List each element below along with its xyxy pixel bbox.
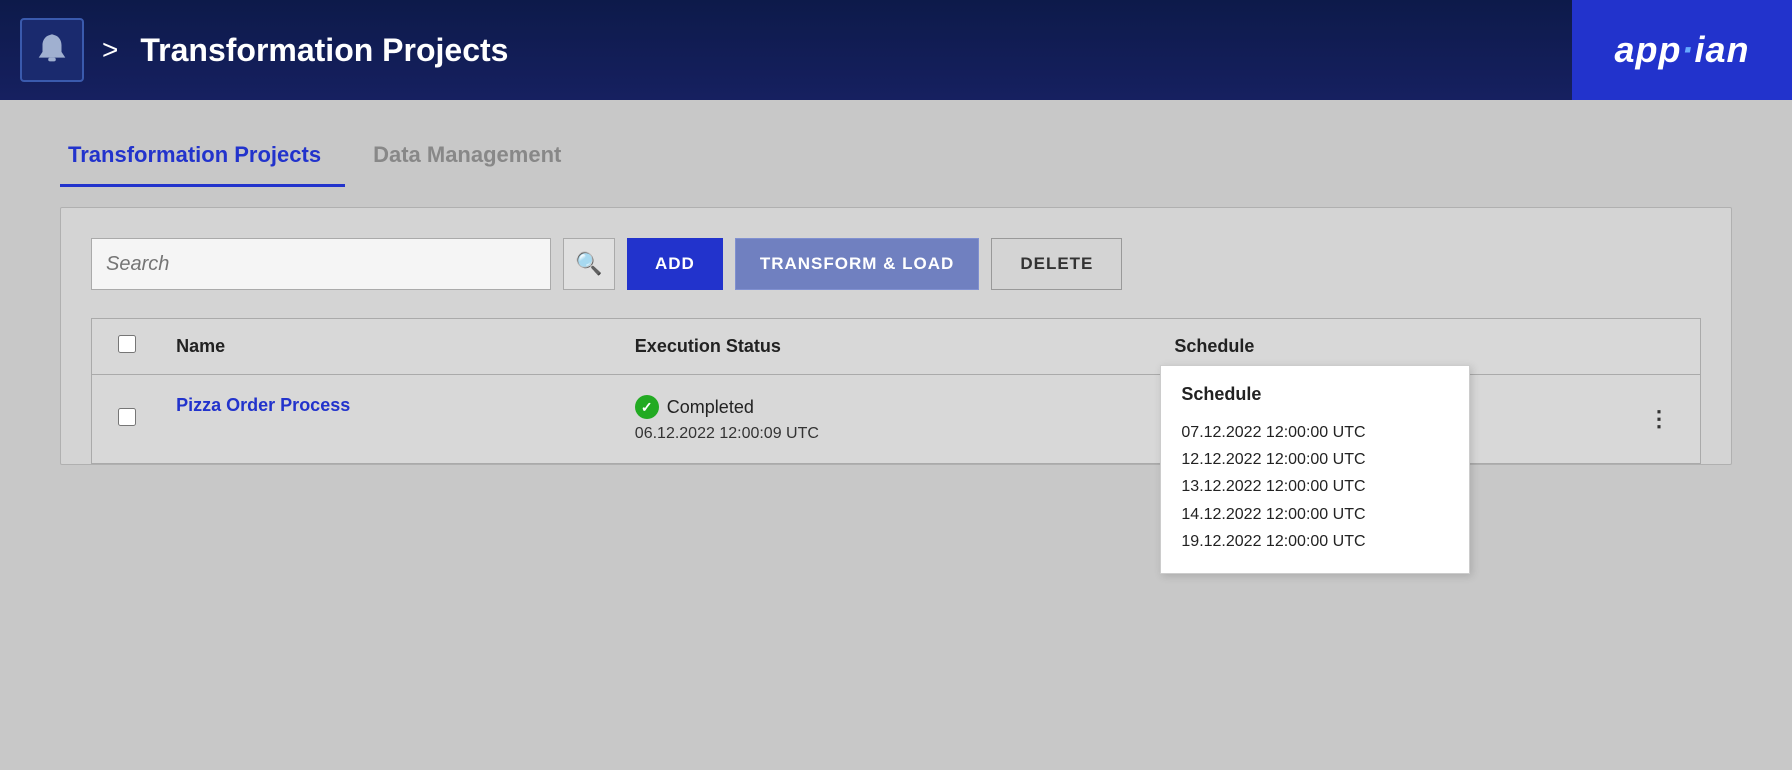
- nav-left: > Transformation Projects: [20, 18, 1647, 82]
- appian-logo: app·ian: [1614, 29, 1749, 71]
- schedule-popup: Schedule 07.12.2022 12:00:00 UTC 12.12.2…: [1160, 365, 1470, 574]
- schedule-item-3: 13.12.2022 12:00:00 UTC: [1181, 473, 1449, 500]
- search-button[interactable]: 🔍: [563, 238, 615, 290]
- col-header-actions: [1619, 319, 1700, 375]
- row-status-cell: Completed 06.12.2022 12:00:09 UTC: [621, 375, 1161, 464]
- delete-button[interactable]: DELETE: [991, 238, 1122, 290]
- row-actions-button[interactable]: ⋮: [1648, 406, 1671, 432]
- table-row: Pizza Order Process Completed 06.12.2022…: [92, 375, 1700, 464]
- status-completed: Completed: [635, 395, 1147, 419]
- row-name-cell: Pizza Order Process: [162, 375, 621, 464]
- main-content: Transformation Projects Data Management …: [0, 100, 1792, 495]
- tab-bar: Transformation Projects Data Management: [60, 130, 1732, 187]
- top-navigation: > Transformation Projects ▾ app·ian: [0, 0, 1792, 100]
- schedule-item-4: 14.12.2022 12:00:00 UTC: [1181, 501, 1449, 528]
- row-checkbox[interactable]: [118, 408, 136, 426]
- bell-icon: [33, 31, 71, 69]
- schedule-item-2: 12.12.2022 12:00:00 UTC: [1181, 446, 1449, 473]
- project-link[interactable]: Pizza Order Process: [176, 395, 350, 415]
- breadcrumb-chevron: >: [102, 34, 118, 66]
- transform-load-button[interactable]: TRANSFORM & LOAD: [735, 238, 979, 290]
- status-datetime: 06.12.2022 12:00:09 UTC: [635, 425, 1147, 443]
- row-actions-cell: ⋮: [1619, 375, 1700, 464]
- completed-check-icon: [635, 395, 659, 419]
- appian-brand: app·ian: [1572, 0, 1792, 100]
- nav-app-icon[interactable]: [20, 18, 84, 82]
- row-schedule-cell: Schedule 07.12.2022 12:00:00 UTC 12.12.2…: [1160, 375, 1619, 464]
- tab-data-management[interactable]: Data Management: [365, 130, 585, 187]
- tab-transformation-projects[interactable]: Transformation Projects: [60, 130, 345, 187]
- content-panel: 🔍 ADD TRANSFORM & LOAD DELETE Name: [60, 207, 1732, 465]
- search-input[interactable]: [106, 253, 536, 276]
- row-checkbox-cell: [92, 375, 162, 464]
- schedule-item-5: 19.12.2022 12:00:00 UTC: [1181, 528, 1449, 555]
- select-all-checkbox[interactable]: [118, 335, 136, 353]
- add-button[interactable]: ADD: [627, 238, 723, 290]
- col-header-name: Name: [162, 319, 621, 375]
- status-label: Completed: [667, 397, 754, 418]
- search-icon: 🔍: [575, 251, 602, 277]
- toolbar: 🔍 ADD TRANSFORM & LOAD DELETE: [91, 238, 1701, 290]
- data-table: Name Execution Status Schedule Pizza Ord…: [91, 318, 1701, 464]
- col-header-execution-status: Execution Status: [621, 319, 1161, 375]
- schedule-popup-title: Schedule: [1181, 384, 1449, 405]
- col-header-checkbox: [92, 319, 162, 375]
- page-title: Transformation Projects: [140, 32, 508, 69]
- search-wrapper: [91, 238, 551, 290]
- schedule-item-1: 07.12.2022 12:00:00 UTC: [1181, 419, 1449, 446]
